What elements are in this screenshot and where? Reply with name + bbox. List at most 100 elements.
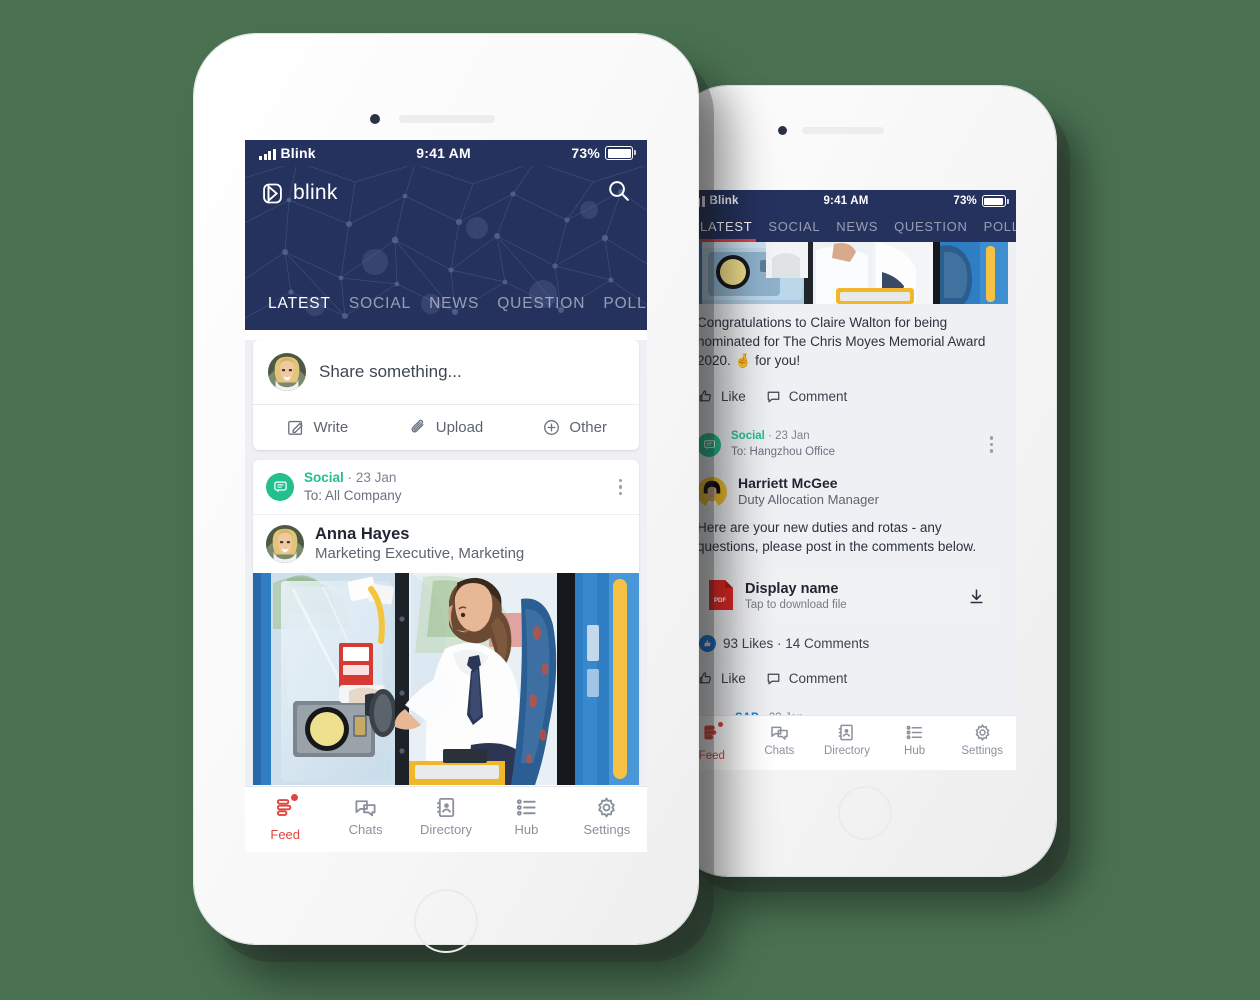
post-header: Social · 23 Jan To: All Company — [253, 460, 639, 515]
front-camera-icon — [370, 114, 380, 124]
download-icon[interactable] — [968, 588, 985, 605]
attachment-name: Display name — [745, 580, 839, 597]
kebab-menu-icon[interactable] — [615, 476, 627, 499]
tab-question[interactable]: QUESTION — [488, 285, 594, 324]
post-action-bar: Like Comment — [686, 380, 1008, 412]
tab-question[interactable]: QUESTION — [886, 212, 976, 242]
nav-label-hub: Hub — [904, 745, 926, 757]
notification-badge — [289, 793, 299, 802]
back-feed-list[interactable]: Congratulations to Claire Walton for bei… — [678, 242, 1016, 770]
front-channel-tabs: LATEST SOCIAL NEWS QUESTION POLL — [245, 285, 647, 324]
brand-row: blink — [245, 166, 647, 212]
front-phone-device: Blink 9:41 AM 73% blink LATEST SOCIAL NE… — [194, 34, 698, 953]
post-body-text: Here are your new duties and rotas - any… — [697, 520, 977, 555]
directory-icon — [436, 797, 454, 818]
nav-item-settings[interactable]: Settings — [948, 716, 1016, 770]
tab-news[interactable]: NEWS — [420, 285, 488, 324]
attachment-subtitle: Tap to download file — [745, 599, 847, 612]
notification-badge — [717, 721, 725, 728]
nav-item-directory[interactable]: Directory — [406, 787, 486, 852]
front-feed-list[interactable]: Share something... Write Upload Other So… — [245, 340, 647, 852]
like-button[interactable]: Like — [698, 671, 746, 686]
meta-separator: · — [347, 470, 353, 485]
nav-label-chats: Chats — [348, 822, 383, 837]
feed-icon — [274, 793, 299, 824]
clock-label: 9:41 AM — [823, 195, 869, 207]
tab-poll[interactable]: POLL — [976, 212, 1016, 242]
post-card-harriett: Social · 23 Jan To: Hangzhou Office Harr… — [686, 422, 1008, 694]
meta-separator: · — [768, 430, 772, 443]
comment-bubble-icon — [767, 673, 780, 685]
battery-percent-label: 73% — [953, 195, 977, 207]
earpiece-speaker — [399, 115, 495, 123]
front-status-bar: Blink 9:41 AM 73% — [245, 140, 647, 166]
author-role: Duty Allocation Manager — [738, 492, 879, 508]
earpiece-speaker — [802, 127, 884, 134]
tab-news[interactable]: NEWS — [828, 212, 886, 242]
channel-name[interactable]: Social — [304, 470, 344, 485]
nav-label-settings: Settings — [583, 822, 631, 837]
search-icon[interactable] — [606, 178, 631, 208]
nav-item-directory[interactable]: Directory — [813, 716, 881, 770]
nav-item-settings[interactable]: Settings — [567, 787, 647, 852]
nav-label-feed: Feed — [270, 827, 301, 842]
avatar[interactable] — [266, 524, 304, 563]
home-button[interactable] — [414, 889, 478, 953]
brand-logo: blink — [261, 181, 338, 205]
nav-item-hub[interactable]: Hub — [486, 787, 566, 852]
post-image-bus-driver[interactable] — [253, 572, 639, 785]
composer-card: Share something... Write Upload Other — [253, 340, 639, 450]
avatar[interactable] — [697, 477, 727, 507]
thumbs-up-icon — [699, 390, 711, 402]
gear-icon — [975, 724, 990, 741]
comment-bubble-icon — [767, 392, 780, 403]
avatar-harriett-image — [697, 477, 727, 507]
front-phone-screen: Blink 9:41 AM 73% blink LATEST SOCIAL NE… — [245, 140, 647, 852]
directory-icon — [839, 724, 854, 741]
tab-poll[interactable]: POLL — [594, 285, 647, 324]
composer-other-label: Other — [569, 419, 607, 436]
nav-label-hub: Hub — [514, 822, 539, 837]
nav-item-feed[interactable]: Feed — [245, 787, 325, 852]
kebab-menu-icon[interactable] — [986, 433, 998, 456]
nav-item-chats[interactable]: Chats — [746, 716, 814, 770]
hub-list-icon — [516, 799, 536, 816]
composer-upload-button[interactable]: Upload — [382, 405, 511, 450]
like-label: Like — [721, 671, 746, 687]
tab-latest[interactable]: LATEST — [692, 212, 760, 242]
tab-latest[interactable]: LATEST — [259, 285, 340, 324]
channel-name[interactable]: Social — [731, 430, 765, 442]
tab-social[interactable]: SOCIAL — [760, 212, 828, 242]
blink-logo-icon — [263, 183, 282, 203]
counts-label: 93 Likes · 14 Comments — [723, 636, 870, 652]
post-body-text: Congratulations to Claire Walton for bei… — [697, 315, 986, 369]
post-engagement-counts: 93 Likes · 14 Comments — [686, 632, 1008, 662]
composer-write-button[interactable]: Write — [253, 405, 382, 450]
post-image-bus-driver[interactable] — [686, 242, 1008, 304]
avatar-anna-image — [268, 353, 306, 391]
comment-button[interactable]: Comment — [766, 671, 848, 687]
avatar[interactable] — [268, 353, 306, 391]
comment-label: Comment — [788, 389, 848, 405]
nav-item-chats[interactable]: Chats — [325, 787, 405, 852]
like-button[interactable]: Like — [698, 389, 746, 404]
comment-button[interactable]: Comment — [766, 389, 848, 405]
post-header: Social · 23 Jan To: Hangzhou Office — [686, 422, 1008, 468]
svg-text:PDF: PDF — [714, 598, 726, 604]
tab-social[interactable]: SOCIAL — [340, 285, 420, 324]
scene: Blink 9:41 AM 73% LATEST SOCIAL NEWS QUE… — [0, 0, 1260, 1000]
author-role: Marketing Executive, Marketing — [315, 545, 525, 563]
nav-item-hub[interactable]: Hub — [881, 716, 949, 770]
carrier-label: Blink — [709, 195, 739, 207]
hub-list-icon — [906, 725, 923, 740]
front-camera-icon — [778, 126, 787, 135]
attachment-card[interactable]: PDF Display name Tap to download file — [698, 570, 996, 623]
back-phone-device: Blink 9:41 AM 73% LATEST SOCIAL NEWS QUE… — [672, 86, 1056, 876]
post-author: Harriett McGee Duty Allocation Manager — [686, 468, 1008, 516]
comment-label: Comment — [788, 671, 848, 687]
composer-other-button[interactable]: Other — [510, 405, 639, 450]
composer-input-row[interactable]: Share something... — [253, 340, 639, 404]
like-reaction-icon — [699, 635, 716, 653]
home-button[interactable] — [838, 786, 892, 840]
nav-label-directory: Directory — [420, 822, 473, 837]
